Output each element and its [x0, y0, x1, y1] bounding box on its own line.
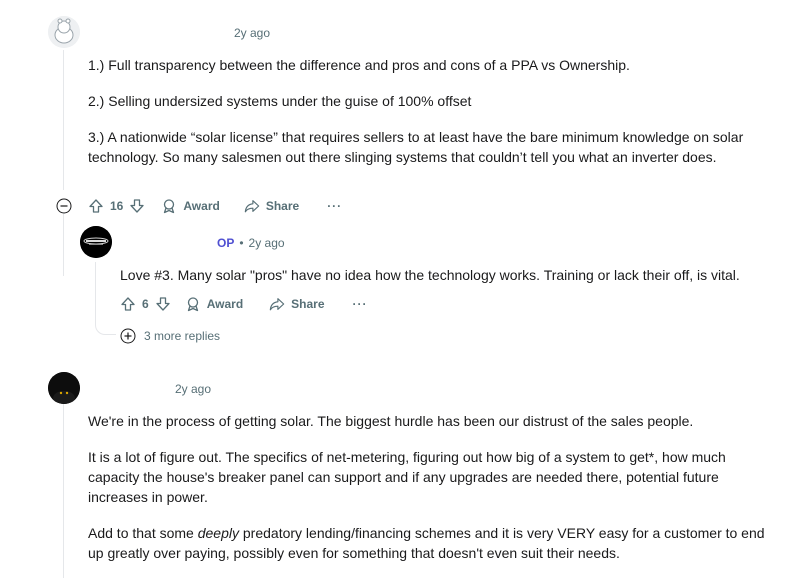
comment-meta: 2y ago — [234, 26, 270, 40]
avatar[interactable] — [48, 16, 80, 48]
share-icon — [269, 296, 285, 312]
timestamp: 2y ago — [248, 236, 285, 250]
upvote-icon[interactable] — [88, 198, 104, 214]
thread-line — [63, 50, 64, 190]
comment-paragraph: 1.) Full transparency between the differ… — [88, 57, 630, 73]
comment-meta: 2y ago — [175, 382, 211, 396]
vote-count: 16 — [110, 199, 124, 213]
vote-count: 6 — [142, 297, 149, 311]
op-badge: OP — [217, 236, 235, 250]
comment-paragraph: 2.) Selling undersized systems under the… — [88, 93, 472, 109]
avatar[interactable] — [48, 372, 80, 404]
more-options-button[interactable]: ··· — [327, 199, 342, 213]
text-run: Add to that some — [88, 525, 198, 541]
share-label: Share — [265, 199, 300, 213]
award-button[interactable]: Award — [161, 198, 220, 214]
more-replies-label: 3 more replies — [144, 329, 221, 343]
comment-paragraph: Add to that some deeply predatory lendin… — [88, 523, 778, 563]
collapse-thread-button[interactable] — [56, 198, 72, 214]
share-button[interactable]: Share — [244, 198, 299, 214]
more-options-button[interactable]: ··· — [353, 297, 368, 311]
comment-actions: 16 Award Share ··· — [88, 194, 342, 218]
upvote-icon[interactable] — [120, 296, 136, 312]
comment-paragraph: 3.) A nationwide “solar license” that re… — [88, 129, 744, 165]
comment-paragraph: It is a lot of figure out. The specifics… — [88, 449, 726, 505]
thread-connector — [95, 310, 116, 335]
award-label: Award — [206, 297, 244, 311]
timestamp: 2y ago — [175, 382, 212, 396]
award-icon — [161, 198, 177, 214]
downvote-icon[interactable] — [129, 198, 145, 214]
thread-line — [63, 404, 64, 578]
reply-text: Love #3. Many solar "pros" have no idea … — [120, 267, 740, 283]
more-replies-button[interactable]: 3 more replies — [120, 328, 220, 344]
timestamp: 2y ago — [234, 26, 271, 40]
comment-paragraph: We're in the process of getting solar. T… — [88, 413, 694, 429]
emphasis-text: deeply — [197, 525, 239, 541]
share-icon — [244, 198, 260, 214]
award-button[interactable]: Award — [185, 296, 243, 312]
meta-separator: • — [239, 236, 244, 250]
comment-meta: OP • 2y ago — [217, 236, 285, 250]
more-options-icon: ··· — [327, 199, 343, 213]
award-icon — [185, 296, 201, 312]
share-button[interactable]: Share — [269, 296, 325, 312]
expand-plus-icon — [120, 328, 136, 344]
comment-actions: 6 Award Share ··· — [120, 292, 368, 316]
share-label: Share — [291, 297, 325, 311]
avatar[interactable] — [80, 226, 112, 258]
downvote-icon[interactable] — [155, 296, 171, 312]
thread-line — [63, 214, 64, 276]
more-options-icon: ··· — [352, 297, 368, 311]
award-label: Award — [183, 199, 220, 213]
